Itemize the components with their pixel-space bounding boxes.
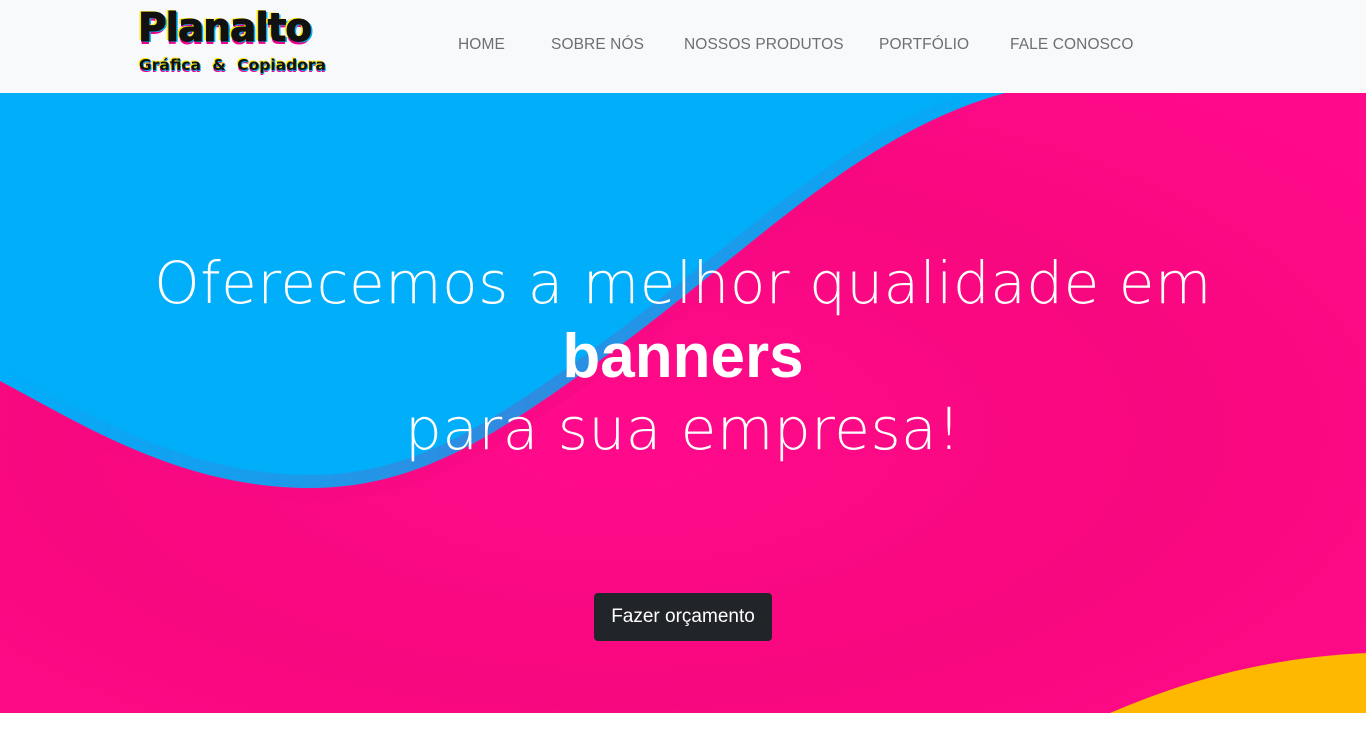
hero-section: Oferecemos a melhor qualidade em banners… [0, 93, 1366, 713]
nav-item-nossos-produtos[interactable]: NOSSOS PRODUTOS [684, 36, 844, 54]
nav-item-home[interactable]: HOME [458, 36, 505, 54]
nav-item-sobre-nos[interactable]: SOBRE NÓS [551, 36, 644, 54]
hero-headline-highlight: banners [562, 322, 804, 391]
request-quote-button[interactable]: Fazer orçamento [594, 593, 772, 641]
top-navbar: Planalto Gráfica & Copiadora HOME SOBRE … [0, 0, 1366, 93]
nav-item-fale-conosco[interactable]: FALE CONOSCO [1010, 36, 1134, 54]
hero-headline-line1: Oferecemos a melhor qualidade em [154, 249, 1212, 317]
hero-headline-line3: para sua empresa! [405, 395, 961, 463]
nav-item-portfolio[interactable]: PORTFÓLIO [879, 36, 969, 54]
brand-name: Planalto [137, 6, 312, 52]
brand-tagline: Gráfica & Copiadora [139, 56, 327, 74]
brand-logo[interactable]: Planalto Gráfica & Copiadora [137, 6, 338, 80]
